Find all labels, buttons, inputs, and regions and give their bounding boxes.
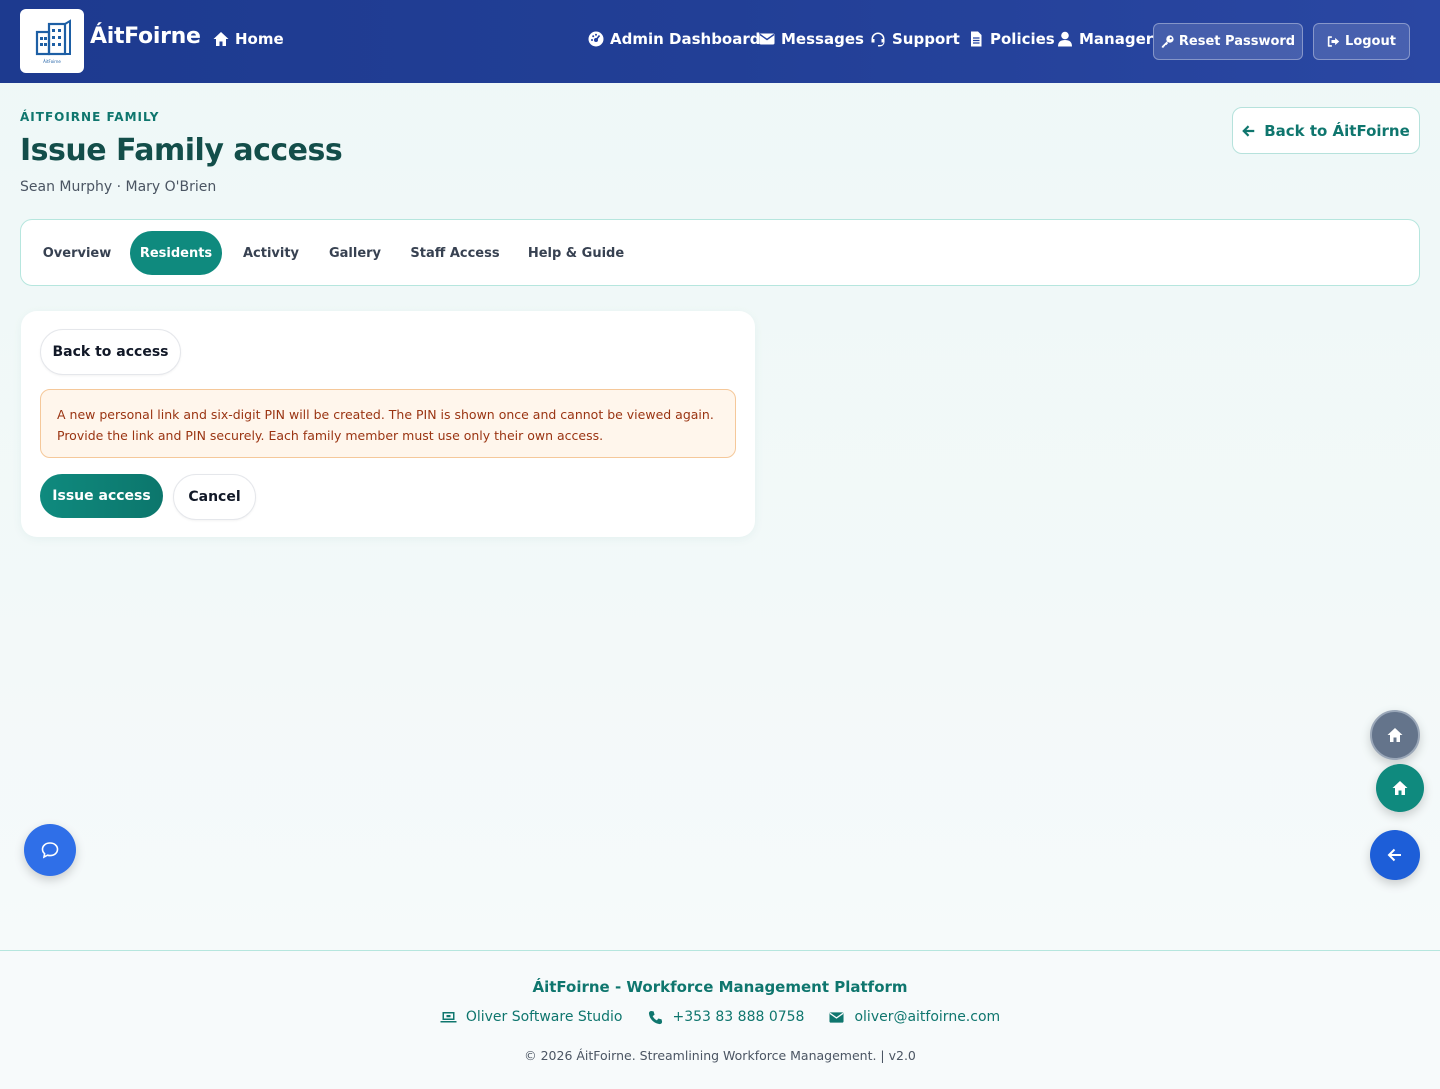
dashboard-icon: [588, 31, 604, 47]
footer-studio: Oliver Software Studio: [440, 1009, 623, 1025]
home-icon: [1387, 728, 1403, 742]
footer-studio-label: Oliver Software Studio: [465, 1009, 623, 1025]
footer-phone[interactable]: +353 83 888 0758: [647, 1009, 805, 1025]
nav-home[interactable]: Home: [213, 30, 284, 48]
footer-email[interactable]: oliver@aitfoirne.com: [828, 1009, 1000, 1025]
tab-activity[interactable]: Activity: [231, 231, 311, 275]
logout-icon: [1327, 36, 1340, 47]
home-teal-fab[interactable]: [1376, 764, 1424, 812]
reset-password-button[interactable]: Reset Password: [1153, 23, 1303, 60]
issue-access-card: Back to access A new personal link and s…: [21, 311, 755, 537]
logo[interactable]: ÁitFoirne: [20, 9, 84, 73]
back-fab[interactable]: [1370, 830, 1420, 880]
footer-contacts: Oliver Software Studio +353 83 888 0758 …: [0, 1009, 1440, 1025]
phone-icon: [648, 1010, 662, 1024]
footer-phone-label: +353 83 888 0758: [672, 1009, 805, 1025]
laptop-icon: [440, 1011, 457, 1022]
brand-name[interactable]: ÁitFoirne: [90, 24, 201, 49]
logo-text: ÁitFoirne: [43, 59, 61, 64]
nav-admin-dashboard[interactable]: Admin Dashboard: [588, 30, 761, 48]
key-icon: [1161, 35, 1174, 48]
arrow-left-icon: [1242, 124, 1255, 137]
top-navbar: ÁitFoirne ÁitFoirne Home Admin Dashboard…: [0, 0, 1440, 83]
section-eyebrow: ÁITFOIRNE FAMILY: [20, 110, 160, 124]
nav-policies-label: Policies: [990, 30, 1055, 48]
nav-manager[interactable]: Manager: [1057, 30, 1153, 48]
envelope-icon: [829, 1011, 844, 1023]
reset-password-label: Reset Password: [1178, 34, 1296, 49]
nav-manager-label: Manager: [1079, 30, 1154, 48]
footer-title: ÁitFoirne - Workforce Management Platfor…: [532, 978, 908, 996]
resident-names: Sean Murphy · Mary O'Brien: [20, 179, 217, 195]
nav-support-label: Support: [892, 30, 960, 48]
nav-policies[interactable]: Policies: [968, 30, 1055, 48]
logout-button[interactable]: Logout: [1313, 23, 1410, 60]
nav-messages[interactable]: Messages: [759, 30, 864, 48]
issue-access-button[interactable]: Issue access: [40, 474, 163, 518]
nav-home-label: Home: [235, 30, 284, 48]
envelope-icon: [759, 33, 775, 45]
logout-label: Logout: [1345, 34, 1396, 49]
tab-gallery[interactable]: Gallery: [319, 231, 391, 275]
building-logo-icon: [35, 19, 71, 56]
cancel-button[interactable]: Cancel: [173, 474, 256, 520]
tab-staff-access[interactable]: Staff Access: [401, 231, 509, 275]
headset-icon: [871, 32, 885, 47]
tab-overview[interactable]: Overview: [31, 231, 123, 275]
back-to-aitfoirne-button[interactable]: Back to ÁitFoirne: [1232, 107, 1420, 154]
page-title: Issue Family access: [20, 133, 343, 168]
footer-copyright: © 2026 ÁitFoirne. Streamlining Workforce…: [524, 1048, 916, 1063]
tab-bar: Overview Residents Activity Gallery Staf…: [20, 219, 1420, 286]
home-icon: [213, 32, 229, 46]
home-gray-fab[interactable]: [1370, 710, 1420, 760]
chat-button[interactable]: [24, 824, 76, 876]
nav-support[interactable]: Support: [870, 30, 960, 48]
nav-admin-dashboard-label: Admin Dashboard: [610, 30, 761, 48]
back-to-aitfoirne-label: Back to ÁitFoirne: [1264, 121, 1410, 140]
footer-email-label: oliver@aitfoirne.com: [854, 1009, 1001, 1025]
chat-icon: [41, 842, 59, 859]
back-to-access-button[interactable]: Back to access: [40, 329, 181, 375]
arrow-left-icon: [1387, 848, 1401, 862]
pin-warning-notice: A new personal link and six-digit PIN wi…: [40, 389, 736, 458]
home-icon: [1392, 781, 1408, 795]
tab-residents[interactable]: Residents: [130, 231, 222, 275]
document-icon: [971, 31, 982, 47]
footer: ÁitFoirne - Workforce Management Platfor…: [0, 950, 1440, 1089]
tab-help-guide[interactable]: Help & Guide: [518, 231, 634, 275]
nav-messages-label: Messages: [781, 30, 864, 48]
user-icon: [1058, 31, 1072, 47]
